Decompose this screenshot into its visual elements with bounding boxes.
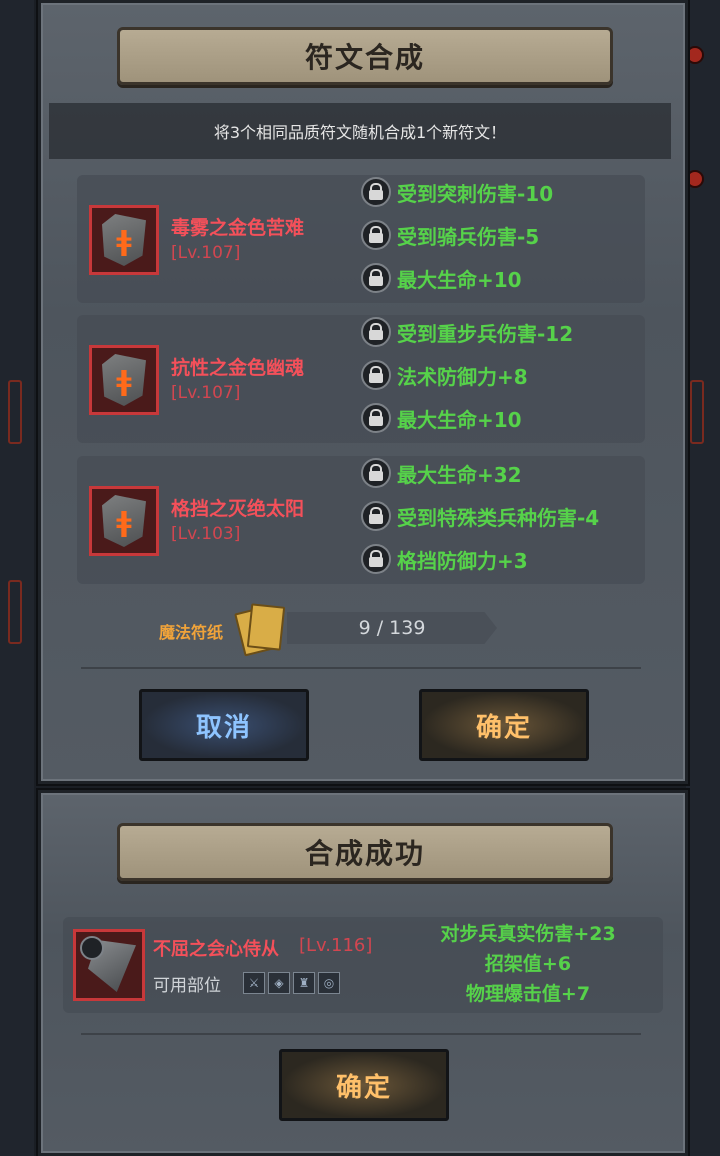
rune-row[interactable]: ǂ 格挡之灭绝太阳 [Lv.103] 最大生命+32 受到特殊类兵种伤害-4 格… <box>77 456 645 584</box>
divider <box>81 667 641 669</box>
ring-slot-icon: ◎ <box>318 972 340 994</box>
magic-paper-icon <box>234 601 286 657</box>
sword-slot-icon: ⚔ <box>243 972 265 994</box>
result-attribute: 对步兵真实伤害+23 <box>440 923 616 945</box>
background-decoration <box>8 580 22 644</box>
lock-icon <box>361 220 391 250</box>
cancel-button[interactable]: 取消 <box>139 689 309 761</box>
armor-slot-icon: ♜ <box>293 972 315 994</box>
success-confirm-button[interactable]: 确定 <box>279 1049 449 1121</box>
background-dot <box>686 170 704 188</box>
background-decoration <box>8 380 22 444</box>
result-rune-icon <box>73 929 145 1001</box>
rune-attribute: 法术防御力+8 <box>361 360 528 390</box>
rune-attribute: 最大生命+10 <box>361 403 522 433</box>
rune-stone-icon: ǂ <box>89 345 159 415</box>
dialog-title: 符文合成 <box>117 27 613 85</box>
lock-icon <box>361 458 391 488</box>
rune-attribute: 受到特殊类兵种伤害-4 <box>361 501 599 531</box>
rune-stone-icon: ǂ <box>89 486 159 556</box>
rune-name: 毒雾之金色苦难 <box>171 217 305 239</box>
lock-icon <box>361 317 391 347</box>
rune-level: [Lv.107] <box>171 243 241 263</box>
result-rune-row[interactable]: 不屈之会心侍从 [Lv.116] 可用部位 ⚔ ◈ ♜ ◎ 对步兵真实伤害+23… <box>63 917 663 1013</box>
rune-synthesis-dialog: 符文合成 将3个相同品质符文随机合成1个新符文！ ǂ 毒雾之金色苦难 [Lv.1… <box>38 0 688 784</box>
available-slots: ⚔ ◈ ♜ ◎ <box>243 972 340 994</box>
rune-name: 格挡之灭绝太阳 <box>171 498 305 520</box>
rune-attribute: 最大生命+10 <box>361 263 522 293</box>
synthesis-success-dialog: 合成成功 不屈之会心侍从 [Lv.116] 可用部位 ⚔ ◈ ♜ ◎ 对步兵真实… <box>38 790 688 1156</box>
rune-stone-icon: ǂ <box>89 205 159 275</box>
lock-icon <box>80 936 104 960</box>
result-attributes: 对步兵真实伤害+23 招架值+6 物理爆击值+7 <box>403 919 653 1009</box>
magic-paper-count: 9 / 139 <box>287 612 497 644</box>
rune-attribute: 受到突刺伤害-10 <box>361 177 553 207</box>
lock-icon <box>361 360 391 390</box>
success-title: 合成成功 <box>117 823 613 881</box>
lock-icon <box>361 544 391 574</box>
rune-attribute: 受到骑兵伤害-5 <box>361 220 539 250</box>
background-decoration <box>690 380 704 444</box>
lock-icon <box>361 177 391 207</box>
magic-paper-label: 魔法符纸 <box>159 623 224 642</box>
rune-row[interactable]: ǂ 抗性之金色幽魂 [Lv.107] 受到重步兵伤害-12 法术防御力+8 最大… <box>77 315 645 443</box>
lock-icon <box>361 263 391 293</box>
background-dot <box>686 46 704 64</box>
shield-slot-icon: ◈ <box>268 972 290 994</box>
result-rune-name: 不屈之会心侍从 <box>153 939 279 960</box>
result-attribute: 招架值+6 <box>484 953 572 975</box>
result-attribute: 物理爆击值+7 <box>465 983 591 1005</box>
result-rune-level: [Lv.116] <box>299 935 373 956</box>
rune-level: [Lv.103] <box>171 524 241 544</box>
rune-level: [Lv.107] <box>171 383 241 403</box>
rune-attribute: 受到重步兵伤害-12 <box>361 317 573 347</box>
rune-name: 抗性之金色幽魂 <box>171 357 305 379</box>
confirm-button[interactable]: 确定 <box>419 689 589 761</box>
synthesis-instruction: 将3个相同品质符文随机合成1个新符文！ <box>49 103 671 159</box>
available-slots-label: 可用部位 <box>153 976 221 996</box>
divider <box>81 1033 641 1035</box>
background-left-strip <box>0 0 34 1156</box>
lock-icon <box>361 501 391 531</box>
rune-attribute: 格挡防御力+3 <box>361 544 528 574</box>
rune-attribute: 最大生命+32 <box>361 458 522 488</box>
rune-row[interactable]: ǂ 毒雾之金色苦难 [Lv.107] 受到突刺伤害-10 受到骑兵伤害-5 最大… <box>77 175 645 303</box>
lock-icon <box>361 403 391 433</box>
